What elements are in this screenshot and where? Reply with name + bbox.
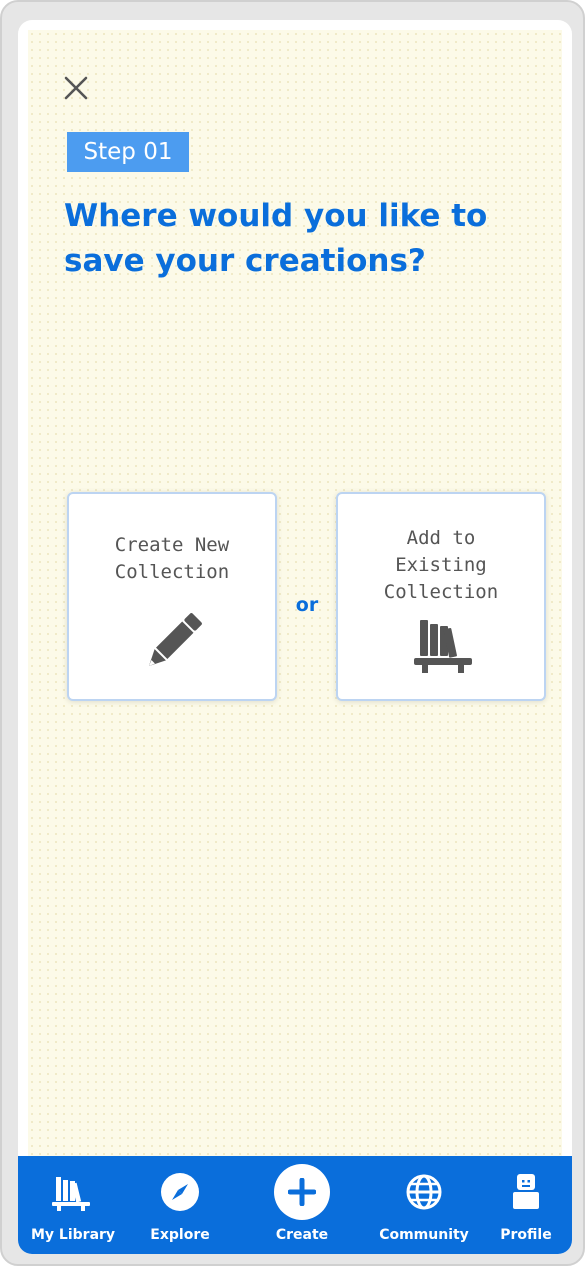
nav-create-label: Create: [275, 1227, 329, 1243]
plus-icon: [288, 1178, 316, 1206]
add-to-existing-collection-card[interactable]: Add to Existing Collection: [336, 492, 546, 701]
bookshelf-icon: [414, 620, 472, 673]
close-button[interactable]: [62, 74, 90, 102]
nav-my-library[interactable]: My Library: [31, 1156, 116, 1254]
nav-explore-label: Explore: [150, 1227, 210, 1243]
or-separator: or: [295, 594, 319, 616]
create-new-collection-card[interactable]: Create New Collection: [67, 492, 277, 701]
close-icon: [64, 76, 88, 100]
page-title: Where would you like to save your creati…: [64, 198, 488, 279]
nav-profile-label: Profile: [500, 1227, 552, 1243]
step-badge: Step 01: [67, 132, 189, 172]
app-screen: Step 01 Where would you like to save you…: [18, 20, 572, 1254]
nav-profile[interactable]: Profile: [493, 1156, 559, 1254]
content-area: Step 01 Where would you like to save you…: [28, 30, 562, 1156]
device-frame: Step 01 Where would you like to save you…: [0, 0, 585, 1266]
add-to-existing-collection-label: Add to Existing Collection: [383, 527, 499, 603]
nav-create[interactable]: Create: [252, 1156, 352, 1254]
nav-community[interactable]: Community: [379, 1156, 469, 1254]
nav-community-label: Community: [379, 1227, 469, 1243]
nav-explore[interactable]: Explore: [143, 1156, 217, 1254]
compass-icon: [161, 1173, 199, 1211]
bottom-navigation: My Library Explore Create Community Prof…: [18, 1156, 572, 1254]
user-block-icon: [513, 1174, 539, 1209]
pencil-icon: [148, 613, 202, 667]
nav-my-library-label: My Library: [31, 1227, 116, 1243]
library-icon: [52, 1177, 90, 1211]
globe-icon: [406, 1174, 442, 1210]
create-new-collection-label: Create New Collection: [114, 534, 230, 583]
